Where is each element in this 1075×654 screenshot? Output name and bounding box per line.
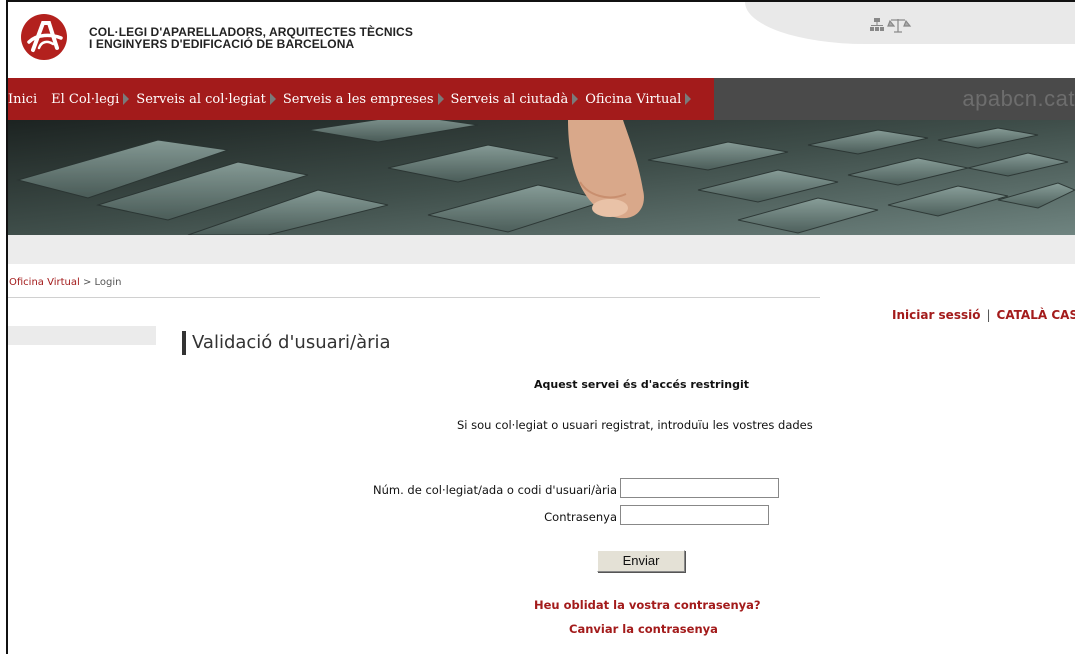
nav-arrow-icon	[685, 93, 692, 105]
breadcrumb-current: Login	[94, 277, 122, 288]
main-navigation: Inici El Col·legi Serveis al col·legiat …	[8, 78, 1075, 120]
password-label: Contrasenya	[544, 510, 617, 524]
nav-arrow-icon	[123, 93, 130, 105]
breadcrumb-separator: >	[79, 277, 95, 288]
intro-text: Si sou col·legiat o usuari registrat, in…	[457, 418, 813, 432]
login-link[interactable]: Iniciar sessió	[892, 308, 980, 322]
keyboard-banner-image	[8, 120, 1075, 235]
password-input[interactable]	[620, 505, 769, 525]
sitemap-icon[interactable]	[870, 18, 884, 31]
breadcrumb-divider	[8, 297, 820, 298]
nav-label: El Col·legi	[51, 91, 120, 107]
change-password-link[interactable]: Canviar la contrasenya	[569, 622, 718, 636]
username-input[interactable]	[620, 478, 779, 498]
submit-button[interactable]: Enviar	[597, 550, 685, 572]
banner-strip	[8, 235, 1075, 264]
nav-label: Serveis al ciutadà	[450, 91, 569, 107]
nav-item-serveis-empreses[interactable]: Serveis a les empreses	[283, 78, 451, 120]
nav-arrow-icon	[572, 93, 579, 105]
nav-item-serveis-ciutada[interactable]: Serveis al ciutadà	[451, 78, 586, 120]
nav-label: Oficina Virtual	[585, 91, 682, 107]
nav-label: Serveis a les empreses	[282, 91, 434, 107]
header-icons	[870, 16, 930, 34]
nav-separator-icon	[39, 93, 45, 105]
legal-scale-icon[interactable]	[887, 19, 912, 33]
nav-arrow-icon	[437, 93, 444, 105]
page-title: Validació d'usuari/ària	[192, 332, 391, 353]
brand-url: apabcn.cat	[962, 86, 1075, 111]
college-logo[interactable]	[21, 14, 67, 60]
language-castellano-link[interactable]: CASTE	[1051, 308, 1075, 322]
breadcrumb: Oficina Virtual > Login	[9, 277, 122, 288]
nav-menu: Inici El Col·legi Serveis al col·legiat …	[8, 78, 714, 120]
nav-item-el-collegi[interactable]: El Col·legi	[51, 78, 136, 120]
nav-item-oficina-virtual[interactable]: Oficina Virtual	[585, 78, 698, 120]
nav-item-inici[interactable]: Inici	[8, 78, 51, 120]
organization-name: COL·LEGI D'APARELLADORS, ARQUITECTES TÈC…	[89, 26, 413, 50]
nav-item-serveis-collegiat[interactable]: Serveis al col·legiat	[136, 78, 283, 120]
org-name-line-2: I ENGINYERS D'EDIFICACIÓ DE BARCELONA	[89, 37, 355, 51]
forgot-password-link[interactable]: Heu oblidat la vostra contrasenya?	[534, 598, 761, 612]
nav-label: Inici	[8, 91, 38, 107]
nav-label: Serveis al col·legiat	[136, 91, 266, 107]
restricted-notice: Aquest servei és d'accés restringit	[534, 378, 749, 391]
nav-arrow-icon	[269, 93, 276, 105]
language-catala-link[interactable]: CATALÀ	[997, 308, 1048, 322]
username-label: Núm. de col·legiat/ada o codi d'usuari/à…	[373, 483, 617, 497]
site-header: COL·LEGI D'APARELLADORS, ARQUITECTES TÈC…	[8, 2, 1075, 78]
session-language-links: Iniciar sessió | CATALÀ CASTE	[892, 308, 1075, 322]
breadcrumb-link-oficina-virtual[interactable]: Oficina Virtual	[9, 277, 80, 288]
sidebar-placeholder	[8, 326, 156, 345]
separator: |	[986, 308, 991, 322]
title-accent	[182, 331, 186, 355]
